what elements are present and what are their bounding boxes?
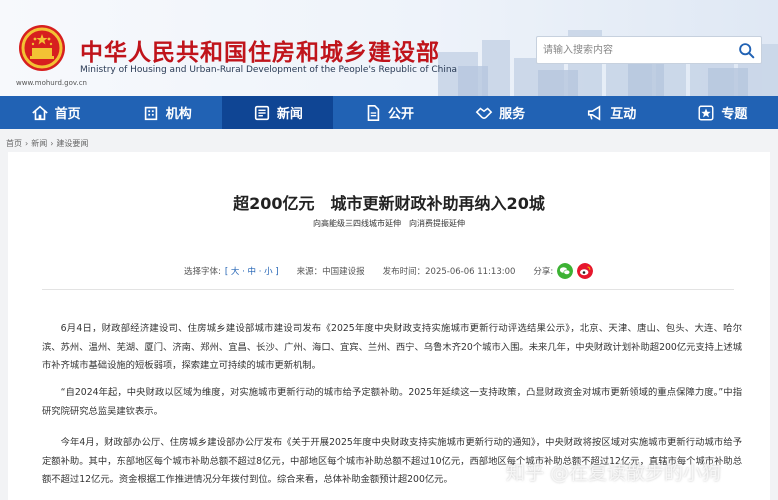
- nav-item-special-topic[interactable]: 专题: [667, 96, 778, 129]
- nav-label: 首页: [54, 107, 81, 122]
- site-header: 中华人民共和国住房和城乡建设部 Ministry of Housing and …: [0, 0, 778, 96]
- breadcrumb-construction-news[interactable]: 建设要闻: [56, 139, 88, 148]
- nav-item-news[interactable]: 新闻: [222, 96, 334, 129]
- article-title: 超200亿元 城市更新财政补助再纳入20城: [233, 194, 545, 213]
- breadcrumb-home[interactable]: 首页: [6, 139, 22, 148]
- search-icon[interactable]: [738, 42, 755, 59]
- search-box: [536, 36, 762, 64]
- font-size-label: 选择字体:: [184, 267, 221, 277]
- megaphone-icon: [588, 104, 601, 121]
- nav-item-public[interactable]: 公开: [333, 96, 444, 129]
- nav-label: 服务: [499, 107, 526, 122]
- star-icon: [698, 105, 714, 120]
- article-container: 超200亿元 城市更新财政补助再纳入20城 向高能级三四线城市延伸 向消费提振延…: [8, 152, 770, 500]
- news-icon: [254, 105, 269, 120]
- breadcrumb-news[interactable]: 新闻: [31, 139, 47, 148]
- article-source: 来源：中国建设报: [296, 267, 365, 277]
- site-title: 中华人民共和国住房和城乡建设部: [80, 40, 440, 66]
- search-input[interactable]: [543, 40, 723, 60]
- article-paragraph: 今年4月，财政部办公厅、住房城乡建设部办公厅发布《关于开展2025年度中央财政支…: [42, 437, 742, 485]
- nav-item-home[interactable]: 首页: [0, 96, 111, 129]
- home-icon: [31, 105, 48, 120]
- weibo-share-icon[interactable]: [577, 263, 594, 279]
- building-icon: [144, 106, 157, 120]
- font-size-selector[interactable]: [ 大 · 中 · 小 ]: [225, 265, 279, 277]
- nav-item-service[interactable]: 服务: [445, 96, 556, 129]
- nav-item-agency[interactable]: 机构: [111, 96, 222, 129]
- nav-label: 互动: [610, 107, 637, 122]
- nav-item-interaction[interactable]: 互动: [556, 96, 667, 129]
- nav-label: 新闻: [276, 107, 303, 122]
- main-nav: 首页 机构 新闻 公开 服务 互动 专题: [0, 96, 778, 129]
- article-paragraph: “自2024年起，中央财政以区域为维度，对实施城市更新行动的城市给予定额补助。2…: [42, 387, 742, 417]
- article-paragraph: 6月4日，财政部经济建设司、住房城乡建设部城市建设司发布《2025年度中央财政支…: [42, 323, 742, 371]
- site-subtitle: Ministry of Housing and Urban-Rural Deve…: [80, 65, 458, 75]
- article-publish-time: 发布时间：2025-06-06 11:13:00: [382, 267, 516, 277]
- meta-divider: [42, 289, 734, 290]
- document-icon: [367, 104, 380, 121]
- handshake-icon: [475, 106, 493, 119]
- nav-label: 机构: [165, 107, 192, 122]
- breadcrumb: 首页 › 新闻 › 建设要闻: [6, 139, 89, 148]
- article-subtitle: 向高能级三四线城市延伸 向消费提振延伸: [313, 219, 465, 228]
- wechat-share-icon[interactable]: [557, 263, 574, 279]
- national-emblem-logo: [19, 25, 65, 71]
- site-url: www.mohurd.gov.cn: [16, 79, 87, 87]
- share-label: 分享:: [533, 267, 554, 277]
- nav-label: 公开: [387, 107, 414, 122]
- article-meta: 选择字体: [ 大 · 中 · 小 ] 来源：中国建设报 发布时间：2025-0…: [184, 263, 594, 279]
- nav-label: 专题: [721, 107, 748, 122]
